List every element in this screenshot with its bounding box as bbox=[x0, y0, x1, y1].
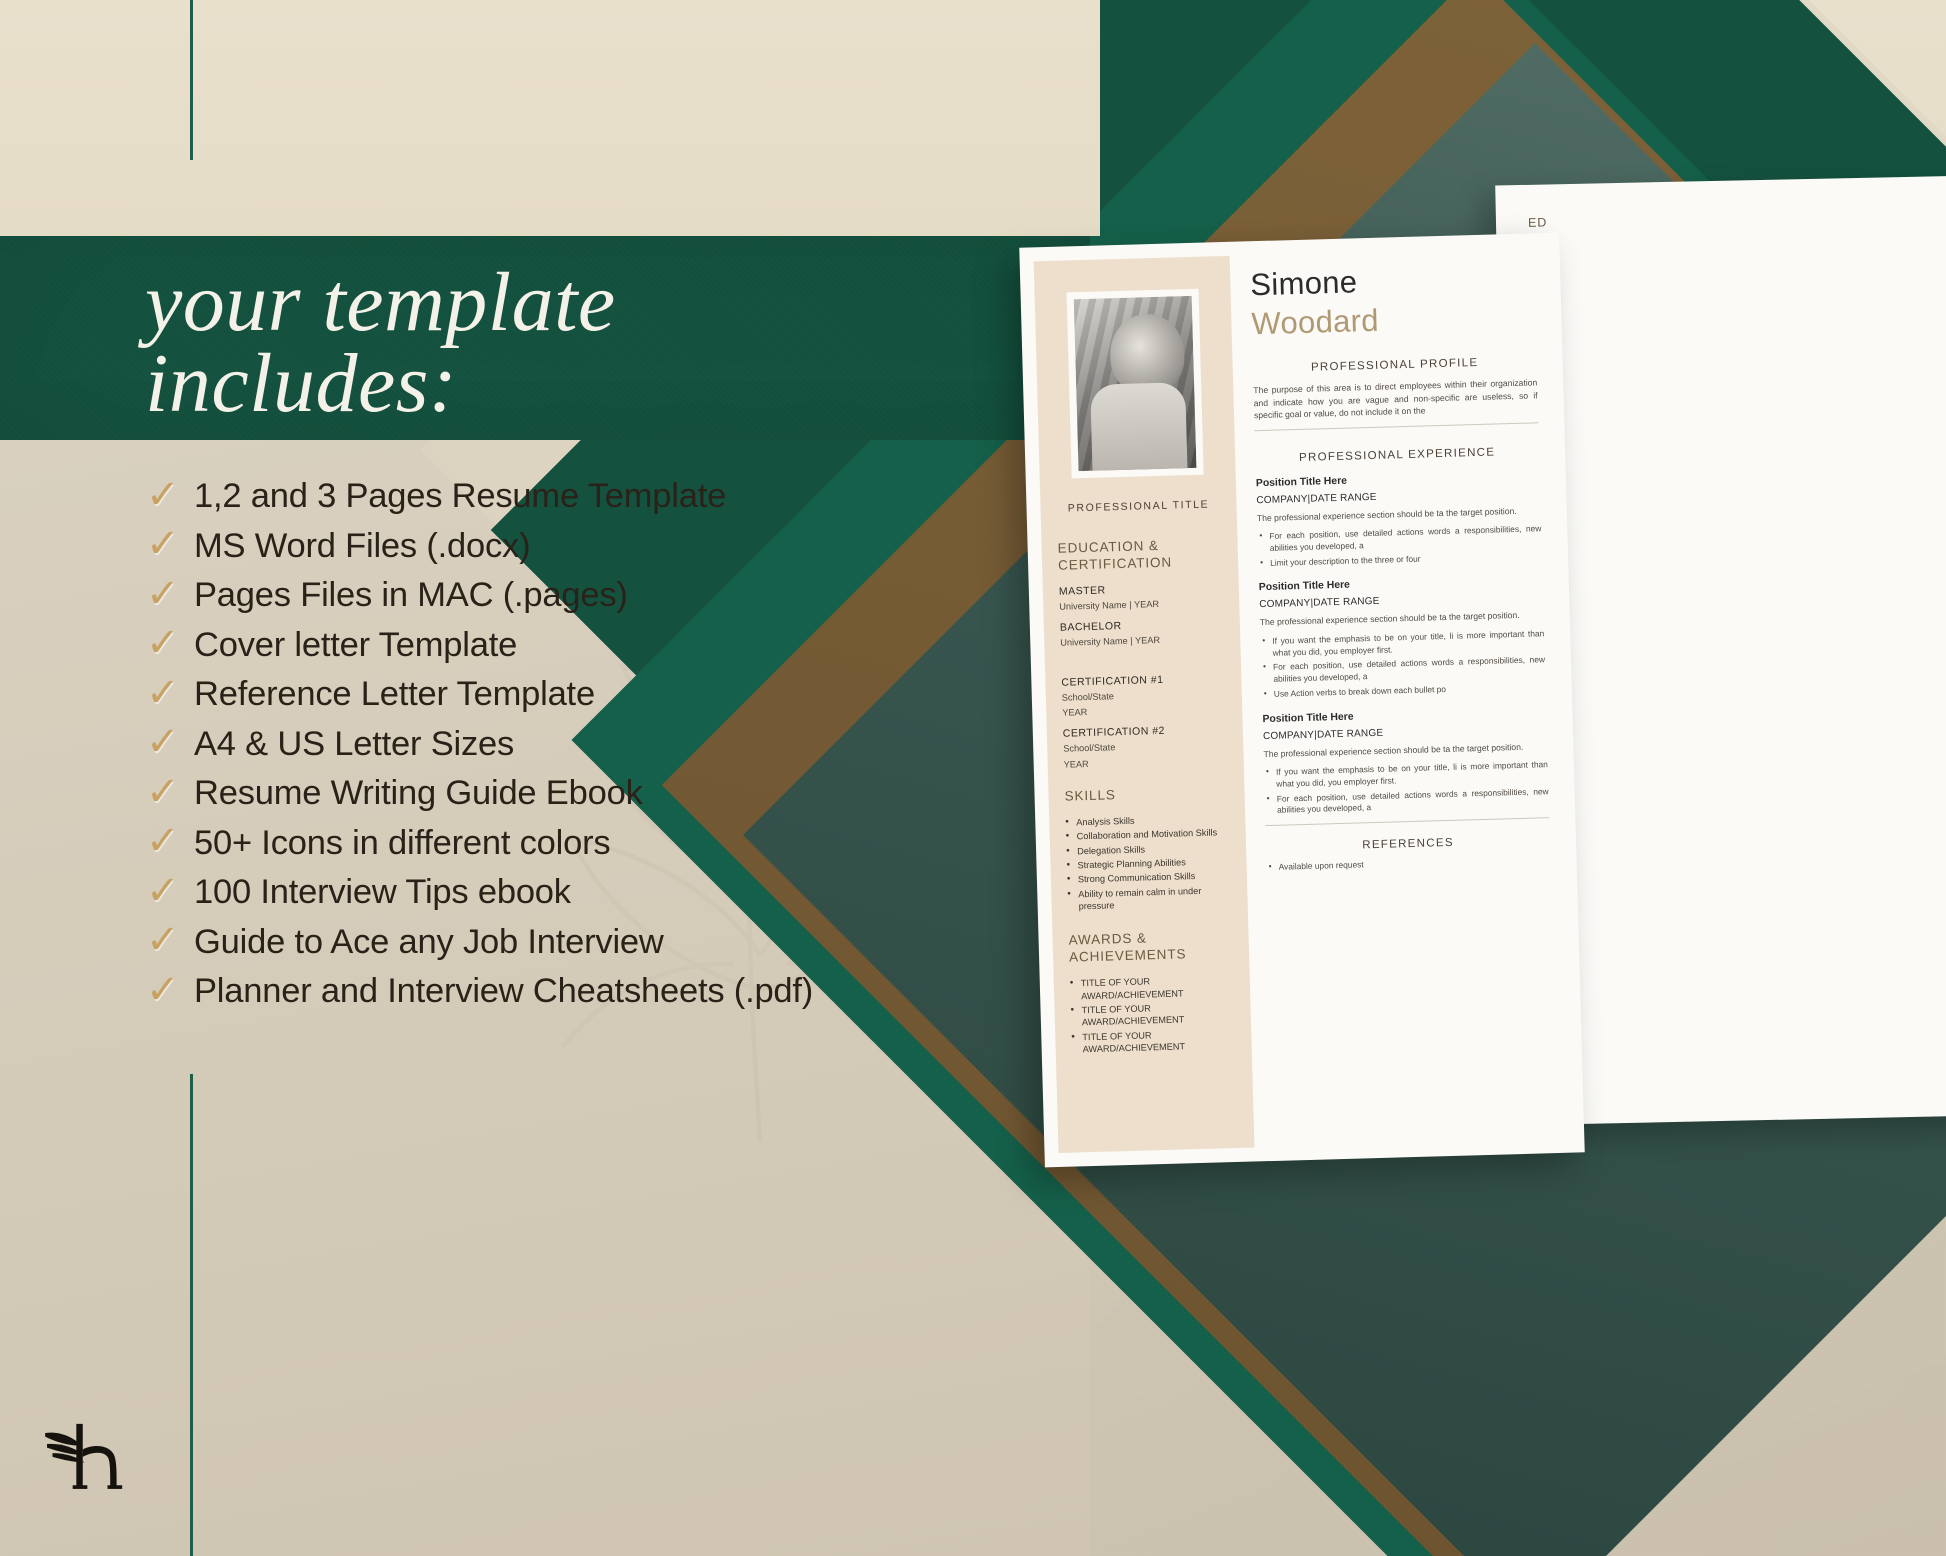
feature-checklist: ✓ 1,2 and 3 Pages Resume Template ✓ MS Word… bbox=[146, 472, 1046, 1017]
check-icon: ✓ bbox=[146, 768, 180, 814]
checklist-item-label: 50+ Icons in different colors bbox=[194, 823, 611, 862]
experience-bullets: For each position, use detailed actions … bbox=[1257, 523, 1542, 569]
education-master-label: MASTER bbox=[1058, 584, 1106, 598]
divider bbox=[1254, 421, 1539, 431]
checklist-item-11: ✓ Planner and Interview Cheatsheets (.pdf… bbox=[146, 967, 1046, 1017]
checklist-item-3: ✓ Pages Files in MAC (.pages) bbox=[146, 571, 1046, 621]
resume-professional-title: PROFESSIONAL TITLE bbox=[1067, 498, 1210, 515]
resume-main-column: Simone Woodard PROFESSIONAL PROFILE The … bbox=[1230, 247, 1571, 1147]
experience-position-title: Position Title Here bbox=[1258, 579, 1351, 594]
vertical-rule-top bbox=[190, 0, 193, 160]
headline-line-1: your template bbox=[145, 256, 616, 349]
winged-h-logo bbox=[45, 1423, 123, 1489]
checklist-item-8: ✓ 50+ Icons in different colors bbox=[146, 819, 1046, 869]
list-item: Ability to remain calm in under pressure bbox=[1067, 884, 1232, 913]
resume-profile-heading: PROFESSIONAL PROFILE bbox=[1310, 357, 1479, 374]
experience-company-daterange: COMPANY|DATE RANGE bbox=[1259, 596, 1380, 611]
check-icon: ✓ bbox=[146, 570, 180, 616]
resume-experience-heading: PROFESSIONAL EXPERIENCE bbox=[1298, 446, 1496, 464]
check-icon: ✓ bbox=[146, 818, 180, 864]
list-item: TITLE OF YOUR AWARD/ACHIEVEMENT bbox=[1070, 1000, 1235, 1029]
vertical-rule-bottom bbox=[190, 1074, 193, 1556]
certification-1-school: School/State bbox=[1061, 690, 1115, 703]
resume-last-name: Woodard bbox=[1250, 302, 1380, 341]
experience-summary: The professional experience section shou… bbox=[1256, 505, 1517, 523]
resume-sidebar: PROFESSIONAL TITLE EDUCATION & CERTIFICA… bbox=[1033, 255, 1255, 1153]
experience-summary: The professional experience section shou… bbox=[1263, 741, 1524, 759]
resume-awards-list: TITLE OF YOUR AWARD/ACHIEVEMENTTITLE OF … bbox=[1070, 973, 1236, 1056]
education-master-value: University Name | YEAR bbox=[1059, 598, 1160, 612]
resume-references-list: Available upon request bbox=[1267, 854, 1551, 874]
checklist-item-label: MS Word Files (.docx) bbox=[194, 526, 531, 565]
resume-skills-list: Analysis SkillsCollaboration and Motivat… bbox=[1065, 812, 1232, 913]
certification-2-label: CERTIFICATION #2 bbox=[1062, 725, 1166, 741]
certification-1-year: YEAR bbox=[1062, 707, 1088, 718]
check-icon: ✓ bbox=[146, 669, 180, 715]
check-icon: ✓ bbox=[146, 917, 180, 963]
resume-references-heading: REFERENCES bbox=[1362, 836, 1455, 852]
resume2-skill-bullets bbox=[1533, 460, 1946, 539]
headline-line-2: includes: bbox=[145, 337, 458, 431]
list-item: TITLE OF YOUR AWARD/ACHIEVEMENT bbox=[1071, 1027, 1236, 1056]
experience-bullets: If you want the emphasis to be on your t… bbox=[1260, 628, 1546, 701]
education-heading-line2: CERTIFICATION bbox=[1057, 554, 1173, 573]
checklist-item-label: Pages Files in MAC (.pages) bbox=[194, 576, 628, 615]
resume-profile-body: The purpose of this area is to direct em… bbox=[1253, 377, 1538, 421]
check-icon: ✓ bbox=[146, 867, 180, 913]
awards-heading-line2: ACHIEVEMENTS bbox=[1068, 946, 1187, 965]
checklist-item-label: Guide to Ace any Job Interview bbox=[194, 922, 664, 961]
certification-1-label: CERTIFICATION #1 bbox=[1061, 673, 1164, 689]
check-icon: ✓ bbox=[146, 966, 180, 1012]
check-icon: ✓ bbox=[146, 471, 180, 517]
checklist-item-7: ✓ Resume Writing Guide Ebook bbox=[146, 769, 1046, 819]
experience-company-daterange: COMPANY|DATE RANGE bbox=[1262, 727, 1384, 742]
checklist-item-label: Resume Writing Guide Ebook bbox=[194, 774, 643, 813]
checklist-item-label: A4 & US Letter Sizes bbox=[194, 724, 515, 763]
resume-first-name: Simone bbox=[1249, 264, 1358, 303]
list-item: Available upon request bbox=[1267, 854, 1551, 874]
checklist-item-label: 1,2 and 3 Pages Resume Template bbox=[194, 477, 727, 516]
experience-summary: The professional experience section shou… bbox=[1259, 610, 1520, 628]
resume-page-1[interactable]: PROFESSIONAL TITLE EDUCATION & CERTIFICA… bbox=[1019, 232, 1585, 1168]
checklist-item-9: ✓ 100 Interview Tips ebook bbox=[146, 868, 1046, 918]
checklist-item-10: ✓ Guide to Ace any Job Interview bbox=[146, 918, 1046, 968]
resume-education-heading: EDUCATION & CERTIFICATION bbox=[1057, 536, 1222, 574]
check-icon: ✓ bbox=[146, 521, 180, 567]
resume-experience-list: Position Title Here COMPANY|DATE RANGE The… bbox=[1256, 470, 1549, 817]
resume-awards-heading: AWARDS & ACHIEVEMENTS bbox=[1068, 928, 1233, 966]
avatar bbox=[1066, 288, 1204, 479]
education-bachelor-label: BACHELOR bbox=[1059, 620, 1122, 634]
checklist-item-4: ✓ Cover letter Template bbox=[146, 621, 1046, 671]
checklist-item-label: Reference Letter Template bbox=[194, 675, 595, 714]
check-icon: ✓ bbox=[146, 719, 180, 765]
checklist-item-2: ✓ MS Word Files (.docx) bbox=[146, 522, 1046, 572]
resume2-award-bullets bbox=[1536, 590, 1946, 626]
experience-position-title: Position Title Here bbox=[1262, 711, 1354, 725]
experience-company-daterange: COMPANY|DATE RANGE bbox=[1256, 491, 1377, 506]
checklist-item-label: Planner and Interview Cheatsheets (.pdf) bbox=[194, 972, 814, 1011]
list-item: TITLE OF YOUR AWARD/ACHIEVEMENT bbox=[1070, 973, 1235, 1002]
resume-skills-heading: SKILLS bbox=[1064, 787, 1116, 804]
list-item: For each position, use detailed actions … bbox=[1265, 786, 1550, 817]
check-icon: ✓ bbox=[146, 620, 180, 666]
certification-2-school: School/State bbox=[1063, 742, 1116, 755]
page-title: your template includes: bbox=[145, 261, 1045, 431]
divider bbox=[1265, 817, 1550, 827]
experience-position-title: Position Title Here bbox=[1255, 475, 1348, 489]
checklist-item-label: Cover letter Template bbox=[194, 625, 518, 664]
checklist-item-label: 100 Interview Tips ebook bbox=[194, 873, 571, 912]
photo-portrait-body bbox=[1090, 382, 1188, 475]
top-band-overlay bbox=[0, 0, 1100, 236]
resume-layout: PROFESSIONAL TITLE EDUCATION & CERTIFICA… bbox=[1033, 247, 1571, 1153]
checklist-item-1: ✓ 1,2 and 3 Pages Resume Template bbox=[146, 472, 1046, 522]
checklist-item-5: ✓ Reference Letter Template bbox=[146, 670, 1046, 720]
checklist-item-6: ✓ A4 & US Letter Sizes bbox=[146, 720, 1046, 770]
experience-bullets: If you want the emphasis to be on your t… bbox=[1264, 759, 1549, 817]
